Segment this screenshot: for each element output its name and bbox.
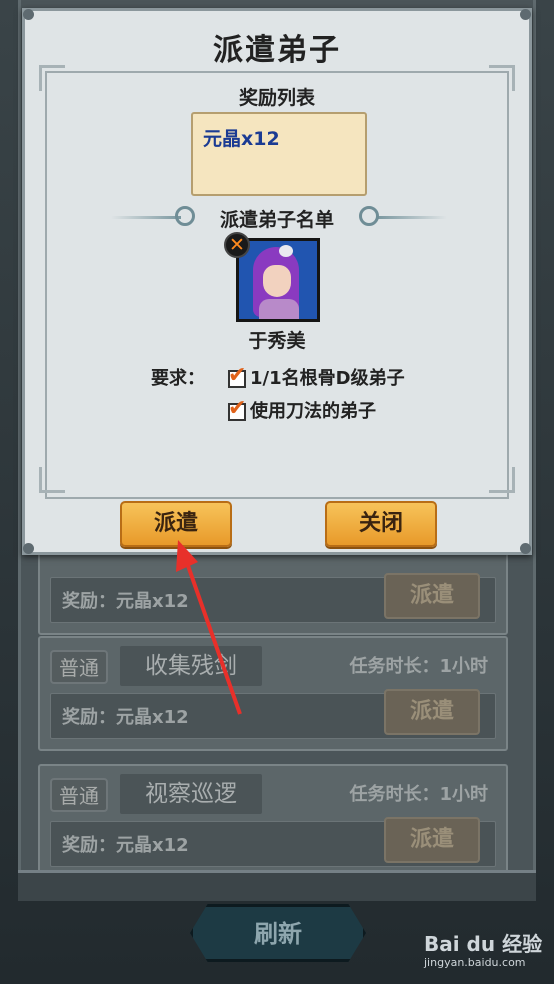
reward-item: 元晶x12 [203, 128, 280, 150]
requirement-text: 使用刀法的弟子 [250, 401, 376, 422]
task-card: 普通 视察巡逻 任务时长：1小时 奖励：元晶x12 派遣 [38, 764, 508, 879]
frame-corner-ornament [489, 467, 515, 493]
task-dispatch-button[interactable]: 派遣 [384, 817, 480, 863]
portrait-face [263, 265, 291, 297]
watermark-url: jingyan.baidu.com [424, 956, 526, 969]
task-dispatch-button[interactable]: 派遣 [384, 689, 480, 735]
task-reward: 奖励：元晶x12 [62, 591, 189, 612]
close-x-icon[interactable]: ✕ [224, 232, 250, 258]
refresh-button[interactable]: 刷新 [190, 904, 366, 962]
requirement-item: ✔ 使用刀法的弟子 [228, 397, 376, 423]
dialog-corner-rivet [23, 543, 34, 554]
task-duration: 任务时长：1小时 [349, 784, 488, 805]
task-rarity-badge: 普通 [50, 778, 108, 812]
reward-list-box: 元晶x12 [191, 112, 367, 196]
disciple-list-heading: 派遣弟子名单 [219, 209, 334, 231]
panel-bottom-border [18, 870, 536, 901]
requirement-text: 1/1名根骨D级弟子 [250, 368, 405, 389]
disciple-name: 于秀美 [248, 330, 306, 352]
task-name: 收集残剑 [120, 646, 262, 686]
portrait-hair-ornament [279, 245, 293, 257]
requirement-checkbox: ✔ [228, 398, 246, 421]
dialog-corner-rivet [520, 9, 531, 20]
requirements-label: 要求： [151, 368, 205, 389]
dispatch-dialog: 派遣弟子 奖励列表 元晶x12 派遣弟子名单 ✕ 于秀美 要求： ✔ 1/1名根骨… [22, 8, 532, 555]
close-button[interactable]: 关闭 [325, 501, 437, 547]
task-name: 视察巡逻 [120, 774, 262, 814]
dispatch-button[interactable]: 派遣 [120, 501, 232, 547]
task-dispatch-button[interactable]: 派遣 [384, 573, 480, 619]
dialog-title: 派遣弟子 [213, 33, 341, 68]
task-card: 普通 收集残剑 任务时长：1小时 奖励：元晶x12 派遣 [38, 636, 508, 751]
dialog-corner-rivet [23, 9, 34, 20]
task-duration: 任务时长：1小时 [349, 656, 488, 677]
task-reward: 奖励：元晶x12 [62, 835, 189, 856]
portrait-body [259, 299, 299, 319]
requirement-checkbox: ✔ [228, 365, 246, 388]
task-reward: 奖励：元晶x12 [62, 707, 189, 728]
dialog-corner-rivet [520, 543, 531, 554]
watermark-brand: Bai du 经验 [424, 932, 543, 956]
requirement-item: ✔ 1/1名根骨D级弟子 [228, 364, 405, 390]
reward-list-heading: 奖励列表 [238, 87, 315, 109]
frame-corner-ornament [39, 467, 65, 493]
checkmark-icon: ✔ [228, 363, 247, 388]
checkmark-icon: ✔ [228, 396, 247, 421]
task-rarity-badge: 普通 [50, 650, 108, 684]
